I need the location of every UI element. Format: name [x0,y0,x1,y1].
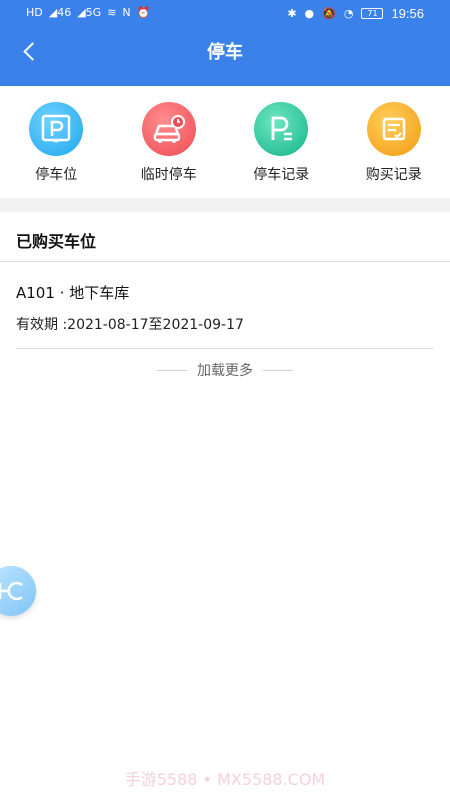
validity-row: 有效期 : 2021-08-17至2021-09-17 [16,314,434,334]
quick-action-label: 购买记录 [365,167,422,183]
floating-action-button[interactable] [0,566,36,616]
purchase-record-icon [366,102,421,156]
bluetooth-icon: ✱ [287,6,297,20]
status-left: HD ◢46 ◢5G ≋ N ⏰ [26,6,150,20]
parking-space-title: A101 · 地下车库 [16,284,130,302]
battery-icon: 71 [361,8,384,19]
temporary-parking-car-icon [141,102,196,156]
section-divider [0,198,450,212]
quick-action-temporary-parking[interactable]: 临时停车 [113,86,226,198]
alarm-icon: ⏰ [136,6,151,19]
quick-action-label: 临时停车 [140,167,197,183]
wifi-icon: ≋ [107,6,117,19]
section-title: 已购买车位 [16,232,97,251]
hd-icon: HD [26,6,43,19]
app-header: HD ◢46 ◢5G ≋ N ⏰ ✱ ● 🔕 ◔ 71 19:56 停车 [0,0,450,86]
status-time: 19:56 [391,6,424,21]
hc-logo-icon [0,581,23,601]
validity-label: 有效期 : [16,317,68,333]
quick-actions: 停车位 临时停车 停车记录 购买记录 [0,86,450,198]
quick-action-purchase-record[interactable]: 购买记录 [338,86,450,198]
load-more-label: 加载更多 [197,363,253,379]
list-item[interactable]: A101 · 地下车库 有效期 : 2021-08-17至2021-09-17 [16,276,434,349]
load-more-left-line [157,369,187,371]
parking-space-icon [29,102,84,156]
status-right: ✱ ● 🔕 ◔ 71 19:56 [287,6,424,21]
validity-range: 2021-08-17至2021-09-17 [67,317,244,333]
load-more[interactable]: 加载更多 [0,360,450,380]
quick-action-parking-space[interactable]: 停车位 [0,86,113,198]
parking-record-icon [254,102,309,156]
quick-action-parking-record[interactable]: 停车记录 [225,86,338,198]
signal-5g-icon: ◢5G [77,6,102,19]
nfc-icon: N [122,6,131,19]
section-header: 已购买车位 [0,212,450,262]
watermark: 手游5588 • MX5588.COM [124,770,326,789]
mute-icon: 🔕 [322,6,336,20]
quick-action-label: 停车记录 [253,167,310,183]
speed-icon: ◔ [343,6,354,20]
status-bar: HD ◢46 ◢5G ≋ N ⏰ ✱ ● 🔕 ◔ 71 19:56 [0,0,450,28]
quick-action-label: 停车位 [35,167,78,183]
page-title: 停车 [207,42,243,63]
location-icon: ● [304,6,315,20]
signal-46-icon: ◢46 [48,6,72,19]
load-more-right-line [263,369,293,371]
